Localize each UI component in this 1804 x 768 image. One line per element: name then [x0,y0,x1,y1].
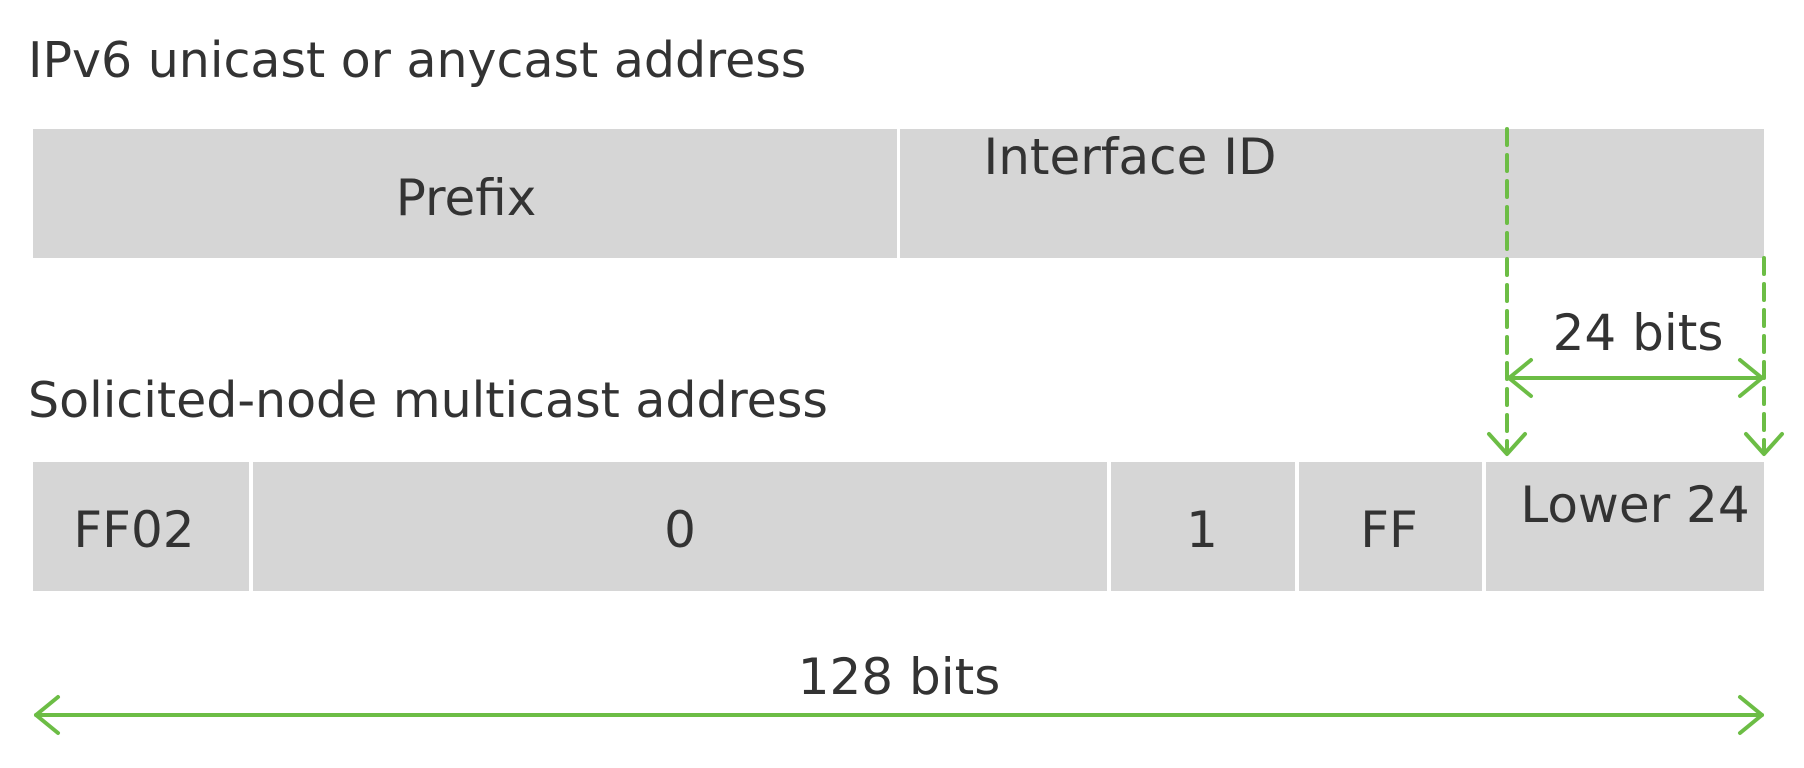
24-bits-label: 24 bits [1552,304,1724,362]
128-bits-label: 128 bits [797,648,1001,706]
